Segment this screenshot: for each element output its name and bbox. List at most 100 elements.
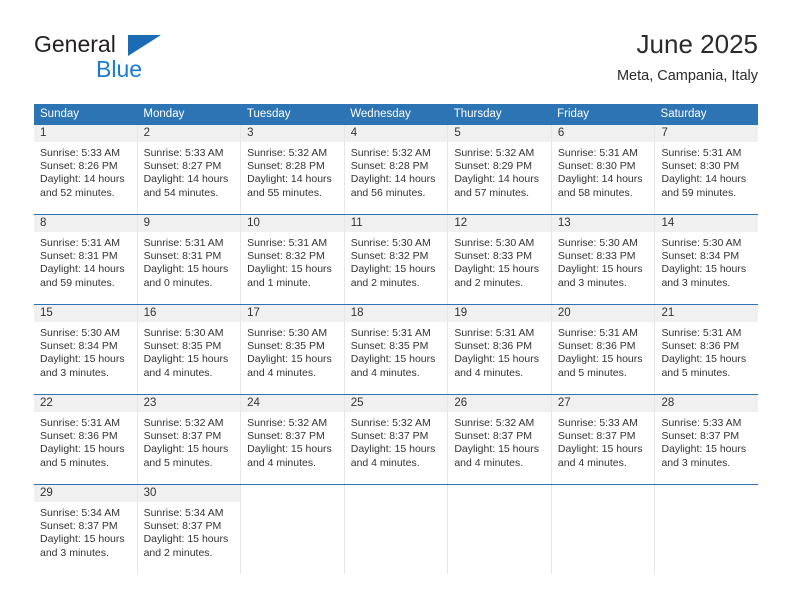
day-number: 21 bbox=[655, 305, 759, 322]
day-cell[interactable]: 20 Sunrise: 5:31 AM Sunset: 8:36 PM Dayl… bbox=[551, 305, 656, 394]
day-cell[interactable]: 4 Sunrise: 5:32 AM Sunset: 8:28 PM Dayli… bbox=[344, 125, 449, 214]
day-number: 8 bbox=[34, 215, 137, 232]
day-cell[interactable]: 16 Sunrise: 5:30 AM Sunset: 8:35 PM Dayl… bbox=[137, 305, 242, 394]
day-cell[interactable]: 13 Sunrise: 5:30 AM Sunset: 8:33 PM Dayl… bbox=[551, 215, 656, 304]
daylight-text-line2: and 3 minutes. bbox=[40, 366, 109, 379]
sunset-text: Sunset: 8:28 PM bbox=[247, 160, 325, 173]
day-number: 14 bbox=[655, 215, 759, 232]
sunset-text: Sunset: 8:37 PM bbox=[661, 430, 740, 443]
daylight-text-line2: and 0 minutes. bbox=[143, 276, 213, 289]
day-number: 24 bbox=[241, 395, 344, 412]
daylight-text-line2: and 2 minutes. bbox=[454, 276, 524, 289]
daylight-text-line1: Daylight: 15 hours bbox=[40, 533, 125, 546]
day-cell[interactable]: 3 Sunrise: 5:32 AM Sunset: 8:28 PM Dayli… bbox=[241, 125, 345, 214]
daylight-text-line2: and 1 minute. bbox=[247, 276, 311, 289]
daylight-text-line1: Daylight: 15 hours bbox=[454, 263, 539, 276]
day-cell[interactable]: 12 Sunrise: 5:30 AM Sunset: 8:33 PM Dayl… bbox=[448, 215, 552, 304]
weekday-sunday: Sunday bbox=[40, 108, 80, 120]
daylight-text-line1: Daylight: 14 hours bbox=[143, 173, 229, 186]
sunset-text: Sunset: 8:29 PM bbox=[454, 160, 532, 173]
daylight-text-line2: and 54 minutes. bbox=[143, 186, 219, 199]
logo-text-general: General bbox=[34, 31, 116, 57]
day-cell[interactable]: 21 Sunrise: 5:31 AM Sunset: 8:36 PM Dayl… bbox=[655, 305, 759, 394]
day-number: 27 bbox=[551, 395, 655, 412]
sunrise-text: Sunrise: 5:30 AM bbox=[454, 237, 535, 249]
day-number: 1 bbox=[34, 125, 137, 142]
sunrise-text: Sunrise: 5:31 AM bbox=[661, 327, 742, 339]
weekday-friday: Friday bbox=[557, 108, 590, 120]
weekday-monday: Monday bbox=[143, 108, 185, 120]
daylight-text-line2: and 4 minutes. bbox=[557, 456, 627, 469]
day-details: Sunrise: 5:32 AM Sunset: 8:28 PM Dayligh… bbox=[345, 142, 448, 200]
day-cell[interactable]: 25 Sunrise: 5:32 AM Sunset: 8:37 PM Dayl… bbox=[344, 395, 449, 484]
day-cell[interactable]: 6 Sunrise: 5:31 AM Sunset: 8:30 PM Dayli… bbox=[551, 125, 656, 214]
day-number: 25 bbox=[344, 395, 448, 412]
day-number bbox=[241, 485, 344, 502]
day-details: Sunrise: 5:31 AM Sunset: 8:30 PM Dayligh… bbox=[552, 142, 655, 200]
day-cell[interactable]: 22 Sunrise: 5:31 AM Sunset: 8:36 PM Dayl… bbox=[34, 395, 138, 484]
daylight-text-line1: Daylight: 15 hours bbox=[557, 263, 643, 276]
day-cell[interactable]: 9 Sunrise: 5:31 AM Sunset: 8:31 PM Dayli… bbox=[137, 215, 242, 304]
sunrise-text: Sunrise: 5:30 AM bbox=[247, 327, 328, 339]
day-number: 19 bbox=[448, 305, 551, 322]
sunrise-text: Sunrise: 5:32 AM bbox=[454, 417, 535, 429]
sunrise-text: Sunrise: 5:32 AM bbox=[247, 417, 328, 429]
day-details: Sunrise: 5:32 AM Sunset: 8:37 PM Dayligh… bbox=[241, 412, 344, 470]
day-number: 15 bbox=[34, 305, 137, 322]
day-cell[interactable]: 18 Sunrise: 5:31 AM Sunset: 8:35 PM Dayl… bbox=[344, 305, 449, 394]
title-block: June 2025 Meta, Campania, Italy bbox=[617, 28, 758, 86]
calendar-grid: Sunday Monday Tuesday Wednesday Thursday… bbox=[34, 104, 759, 574]
day-cell[interactable]: 5 Sunrise: 5:32 AM Sunset: 8:29 PM Dayli… bbox=[448, 125, 552, 214]
day-cell[interactable]: 29 Sunrise: 5:34 AM Sunset: 8:37 PM Dayl… bbox=[34, 485, 138, 574]
day-details: Sunrise: 5:32 AM Sunset: 8:28 PM Dayligh… bbox=[241, 142, 344, 200]
day-cell[interactable]: 8 Sunrise: 5:31 AM Sunset: 8:31 PM Dayli… bbox=[34, 215, 138, 304]
day-cell-empty bbox=[241, 485, 345, 574]
day-cell[interactable]: 1 Sunrise: 5:33 AM Sunset: 8:26 PM Dayli… bbox=[34, 125, 138, 214]
sunrise-text: Sunrise: 5:30 AM bbox=[40, 327, 120, 339]
day-cell[interactable]: 19 Sunrise: 5:31 AM Sunset: 8:36 PM Dayl… bbox=[448, 305, 552, 394]
day-cell[interactable]: 15 Sunrise: 5:30 AM Sunset: 8:34 PM Dayl… bbox=[34, 305, 138, 394]
day-details: Sunrise: 5:32 AM Sunset: 8:37 PM Dayligh… bbox=[345, 412, 448, 470]
daylight-text-line1: Daylight: 15 hours bbox=[350, 263, 436, 276]
day-cell[interactable]: 27 Sunrise: 5:33 AM Sunset: 8:37 PM Dayl… bbox=[551, 395, 656, 484]
week-row: 15 Sunrise: 5:30 AM Sunset: 8:34 PM Dayl… bbox=[34, 304, 759, 394]
daylight-text-line1: Daylight: 15 hours bbox=[350, 353, 436, 366]
week-row: 1 Sunrise: 5:33 AM Sunset: 8:26 PM Dayli… bbox=[34, 125, 759, 214]
sunrise-text: Sunrise: 5:31 AM bbox=[454, 327, 535, 339]
sunset-text: Sunset: 8:37 PM bbox=[454, 430, 532, 443]
sunset-text: Sunset: 8:36 PM bbox=[454, 340, 532, 353]
day-cell[interactable]: 23 Sunrise: 5:32 AM Sunset: 8:37 PM Dayl… bbox=[137, 395, 242, 484]
daylight-text-line2: and 55 minutes. bbox=[247, 186, 322, 199]
day-cell[interactable]: 17 Sunrise: 5:30 AM Sunset: 8:35 PM Dayl… bbox=[241, 305, 345, 394]
day-number: 13 bbox=[551, 215, 655, 232]
day-details: Sunrise: 5:30 AM Sunset: 8:34 PM Dayligh… bbox=[655, 232, 758, 290]
sunrise-text: Sunrise: 5:30 AM bbox=[143, 327, 224, 339]
day-cell[interactable]: 30 Sunrise: 5:34 AM Sunset: 8:37 PM Dayl… bbox=[137, 485, 242, 574]
sunrise-text: Sunrise: 5:31 AM bbox=[557, 327, 638, 339]
day-number bbox=[551, 485, 655, 502]
page-title: June 2025 bbox=[636, 29, 758, 59]
day-cell[interactable]: 28 Sunrise: 5:33 AM Sunset: 8:37 PM Dayl… bbox=[655, 395, 759, 484]
sunrise-text: Sunrise: 5:32 AM bbox=[143, 417, 224, 429]
daylight-text-line2: and 4 minutes. bbox=[247, 456, 317, 469]
day-cell[interactable]: 11 Sunrise: 5:30 AM Sunset: 8:32 PM Dayl… bbox=[344, 215, 449, 304]
day-number: 18 bbox=[344, 305, 448, 322]
sunrise-text: Sunrise: 5:33 AM bbox=[661, 417, 742, 429]
day-number: 7 bbox=[655, 125, 759, 142]
day-cell[interactable]: 2 Sunrise: 5:33 AM Sunset: 8:27 PM Dayli… bbox=[137, 125, 242, 214]
day-cell-empty bbox=[551, 485, 656, 574]
daylight-text-line1: Daylight: 15 hours bbox=[454, 443, 539, 456]
daylight-text-line2: and 4 minutes. bbox=[143, 366, 213, 379]
day-number: 20 bbox=[551, 305, 655, 322]
day-cell[interactable]: 7 Sunrise: 5:31 AM Sunset: 8:30 PM Dayli… bbox=[655, 125, 759, 214]
general-blue-logo[interactable]: General Blue bbox=[34, 32, 214, 88]
day-cell[interactable]: 24 Sunrise: 5:32 AM Sunset: 8:37 PM Dayl… bbox=[241, 395, 345, 484]
daylight-text-line2: and 4 minutes. bbox=[350, 366, 420, 379]
day-cell[interactable]: 14 Sunrise: 5:30 AM Sunset: 8:34 PM Dayl… bbox=[655, 215, 759, 304]
day-cell[interactable]: 10 Sunrise: 5:31 AM Sunset: 8:32 PM Dayl… bbox=[241, 215, 345, 304]
daylight-text-line2: and 52 minutes. bbox=[40, 186, 115, 199]
daylight-text-line1: Daylight: 15 hours bbox=[40, 443, 125, 456]
day-details: Sunrise: 5:31 AM Sunset: 8:36 PM Dayligh… bbox=[448, 322, 551, 380]
day-cell[interactable]: 26 Sunrise: 5:32 AM Sunset: 8:37 PM Dayl… bbox=[448, 395, 552, 484]
sunrise-text: Sunrise: 5:34 AM bbox=[143, 507, 224, 519]
